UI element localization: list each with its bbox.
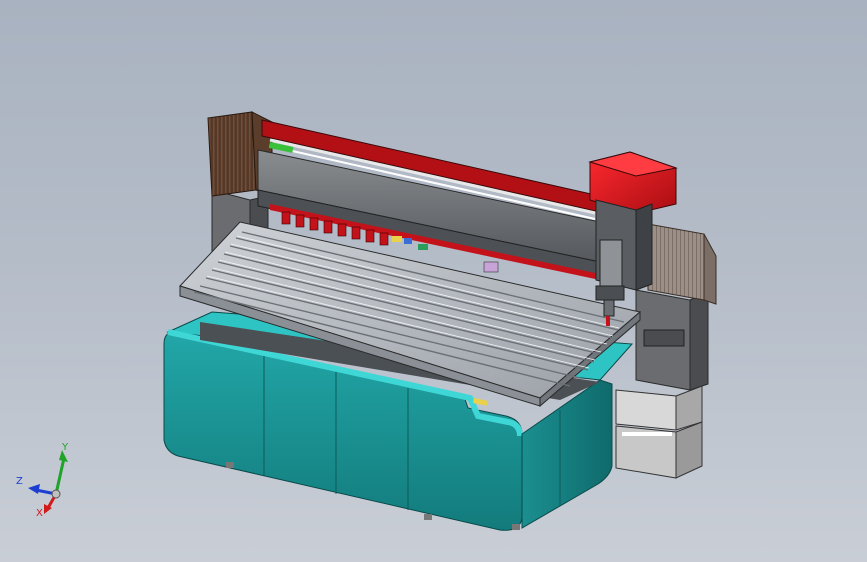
electrical-cabinet: [615, 385, 703, 479]
right-gantry-leg: [635, 289, 709, 391]
y-axis-label: Y: [61, 442, 69, 453]
x-axis-label: X: [36, 508, 43, 518]
coordinate-triad-icon: Y Z X: [14, 442, 84, 519]
z-axis-label: Z: [16, 476, 23, 487]
cad-viewport[interactable]: Y Z X: [0, 0, 867, 562]
cnc-router-model[interactable]: [0, 0, 867, 562]
right-bellows-cover: [647, 223, 717, 305]
